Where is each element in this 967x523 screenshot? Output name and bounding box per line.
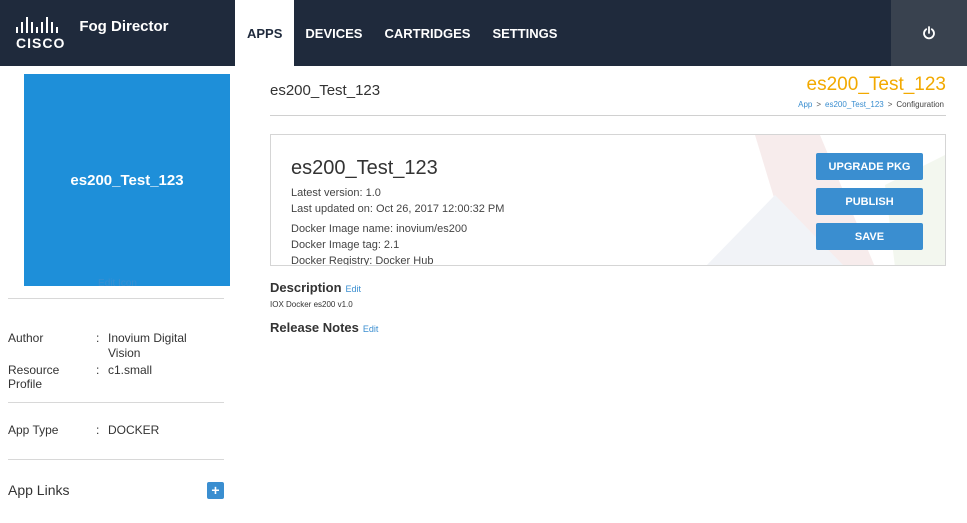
app-type-colon: : xyxy=(96,423,100,437)
app-icon: es200_Test_123 xyxy=(24,74,230,286)
last-updated: Last updated on: Oct 26, 2017 12:00:32 P… xyxy=(291,203,505,215)
card-app-name: es200_Test_123 xyxy=(291,157,438,179)
author-row: Author : Inovium Digital Vision xyxy=(8,331,208,361)
sidebar-divider xyxy=(8,402,224,403)
app-type-row: App Type : DOCKER xyxy=(8,423,208,438)
docker-registry: Docker Registry: Docker Hub xyxy=(291,255,434,266)
latest-version: Latest version: 1.0 xyxy=(291,187,381,199)
power-button[interactable] xyxy=(891,0,967,66)
title-divider xyxy=(270,115,946,116)
resource-profile-colon: : xyxy=(96,363,100,377)
breadcrumb-separator: > xyxy=(816,100,822,109)
publish-button[interactable]: PUBLISH xyxy=(816,188,923,215)
author-colon: : xyxy=(96,331,100,345)
cisco-logo-bars xyxy=(16,16,58,33)
app-type-label: App Type xyxy=(8,423,59,437)
breadcrumb: App > es200_Test_123 > Configuration xyxy=(798,100,944,109)
cisco-logo: CISCO xyxy=(16,16,66,51)
sidebar-divider xyxy=(8,298,224,299)
author-label: Author xyxy=(8,331,44,345)
docker-image-tag: Docker Image tag: 2.1 xyxy=(291,239,400,251)
app-icon-title: es200_Test_123 xyxy=(70,171,184,189)
sidebar-divider xyxy=(8,459,224,460)
power-icon xyxy=(923,26,935,40)
description-label: Description xyxy=(270,280,342,295)
nav-devices[interactable]: DEVICES xyxy=(294,0,373,66)
resource-profile-label: Resource Profile xyxy=(8,363,60,391)
nav-cartridges[interactable]: CARTRIDGES xyxy=(373,0,481,66)
release-notes-label: Release Notes xyxy=(270,320,359,335)
nav-apps[interactable]: APPS xyxy=(235,0,295,66)
add-app-link-button[interactable]: + xyxy=(207,482,224,499)
app-name: Fog Director xyxy=(79,17,169,35)
top-navigation-bar: CISCO Fog Director APPS DEVICES CARTRIDG… xyxy=(0,0,967,66)
main-nav: APPS DEVICES CARTRIDGES SETTINGS xyxy=(235,0,568,66)
description-heading: Description Edit xyxy=(270,280,361,295)
page-heading: es200_Test_123 xyxy=(806,74,946,95)
save-button[interactable]: SAVE xyxy=(816,223,923,250)
resource-profile-value: c1.small xyxy=(108,363,153,377)
description-text: IOX Docker es200 v1.0 xyxy=(270,300,353,309)
breadcrumb-current: Configuration xyxy=(896,100,944,109)
upgrade-pkg-button[interactable]: UPGRADE PKG xyxy=(816,153,923,180)
nav-settings[interactable]: SETTINGS xyxy=(481,0,568,66)
brand[interactable]: CISCO Fog Director xyxy=(0,0,235,66)
app-sidebar: es200_Test_123 xyxy=(8,66,235,523)
author-value: Inovium Digital Vision xyxy=(108,331,187,360)
edit-icon-link[interactable]: Edit Icon xyxy=(8,278,227,289)
docker-image-name: Docker Image name: inovium/es200 xyxy=(291,223,468,235)
page-title: es200_Test_123 xyxy=(270,82,381,99)
breadcrumb-separator: > xyxy=(887,100,893,109)
release-notes-edit-link[interactable]: Edit xyxy=(363,324,379,334)
cisco-logo-word: CISCO xyxy=(16,34,66,51)
app-type-value: DOCKER xyxy=(108,423,160,437)
resource-profile-row: Resource Profile : c1.small xyxy=(8,363,208,391)
release-notes-heading: Release Notes Edit xyxy=(270,320,378,335)
app-links-heading: App Links xyxy=(8,482,70,498)
breadcrumb-app-name[interactable]: es200_Test_123 xyxy=(825,100,884,109)
breadcrumb-app[interactable]: App xyxy=(798,100,812,109)
description-edit-link[interactable]: Edit xyxy=(346,284,362,294)
app-details-card: es200_Test_123 Latest version: 1.0 Last … xyxy=(270,134,946,266)
